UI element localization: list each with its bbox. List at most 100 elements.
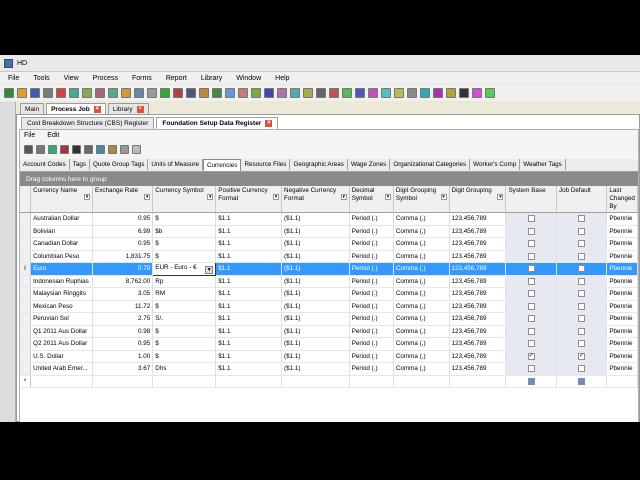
cell-dec[interactable]: Period (.) (349, 300, 394, 313)
menu-library[interactable]: Library (193, 75, 228, 82)
column-header[interactable]: Positive Currency Format ▾ (215, 186, 283, 213)
zoom-icon[interactable] (381, 88, 391, 98)
cell-rate[interactable]: 0.95 (92, 337, 154, 351)
system-base-checkbox[interactable] (527, 240, 535, 248)
cell-system-base[interactable] (505, 337, 557, 351)
system-base-checkbox[interactable] (527, 215, 535, 223)
cell-dec[interactable]: Period (.) (349, 312, 394, 326)
scissors-icon[interactable] (84, 145, 93, 154)
new-row-cell[interactable] (349, 375, 394, 388)
close-icon[interactable]: × (265, 120, 273, 127)
row-selector[interactable] (20, 287, 32, 301)
cell-system-base[interactable] (505, 237, 557, 251)
close-icon[interactable]: × (136, 105, 144, 113)
cell-neg[interactable]: ($1.1) (281, 237, 350, 251)
cell-job-default[interactable] (556, 237, 608, 251)
cell-symbol[interactable]: $b (152, 225, 217, 238)
new-row-checkbox-cell[interactable] (556, 375, 608, 388)
column-header[interactable]: Last Changed By (606, 186, 638, 213)
help-icon[interactable] (342, 88, 352, 98)
filter-icon[interactable]: ▾ (84, 194, 91, 200)
cell-digits[interactable]: 123,456,789 (449, 325, 507, 338)
calendar-icon[interactable] (277, 88, 287, 98)
job-default-checkbox[interactable] (578, 265, 586, 273)
cell-grp[interactable]: Comma (,) (393, 362, 450, 376)
cell-name[interactable]: Canadian Dollar (30, 237, 94, 251)
filter-icon[interactable]: ▾ (440, 194, 447, 200)
copy-icon[interactable] (69, 88, 79, 98)
system-base-checkbox[interactable] (527, 290, 535, 298)
cell-grp[interactable]: Comma (,) (393, 300, 450, 313)
delete-icon[interactable] (72, 145, 81, 154)
new-row-checkbox-cell[interactable] (505, 375, 557, 388)
system-base-checkbox[interactable]: ✓ (527, 352, 535, 360)
row-selector[interactable] (20, 312, 32, 326)
cell-neg[interactable]: ($1.1) (281, 362, 350, 376)
cell-pos[interactable]: $1.1 (215, 300, 283, 313)
tab-weather-tags[interactable]: Weather Tags (520, 159, 566, 170)
column-header[interactable]: Negative Currency Format ▾ (281, 186, 350, 213)
cell-grp[interactable]: Comma (,) (393, 325, 450, 338)
cell-dec[interactable]: Period (.) (349, 237, 394, 251)
cell-neg[interactable]: ($1.1) (281, 287, 350, 301)
checkbox-icon[interactable] (578, 377, 586, 385)
row-selector[interactable] (20, 212, 32, 226)
filter-icon[interactable]: ▾ (273, 194, 280, 200)
system-base-checkbox[interactable] (527, 252, 535, 260)
column-header[interactable]: Exchange Rate ▾ (92, 186, 154, 213)
filter-icon[interactable]: ▾ (207, 194, 214, 200)
filter-icon[interactable]: ▾ (144, 194, 151, 200)
cell-symbol[interactable]: $ (152, 212, 217, 226)
cell-symbol[interactable]: Dhs (152, 362, 217, 376)
cell-symbol[interactable]: $ (152, 300, 217, 313)
cell-pos[interactable]: $1.1 (215, 362, 283, 376)
cell-name[interactable]: Bolivian (30, 225, 94, 238)
checkbox-icon[interactable] (527, 377, 535, 385)
column-header[interactable]: System Base (505, 186, 557, 213)
cell-rate[interactable]: 3.67 (92, 362, 154, 376)
cell-job-default[interactable] (556, 287, 608, 301)
cell-job-default[interactable] (556, 250, 608, 263)
row-selector[interactable] (20, 250, 32, 263)
new-row[interactable]: * (20, 375, 638, 388)
stop-icon[interactable] (446, 88, 456, 98)
cell-digits[interactable]: 123,456,789 (449, 237, 507, 251)
open-icon[interactable] (17, 88, 27, 98)
cell-system-base[interactable] (505, 212, 557, 226)
table-row[interactable]: U.S. Dollar 1.00 $ $1.1 ($1.1) Period (.) Comm… (20, 350, 638, 363)
row-selector[interactable] (20, 300, 32, 313)
cell-rate[interactable]: 0.70 (92, 262, 154, 276)
check-icon[interactable] (472, 88, 482, 98)
cell-grp[interactable]: Comma (,) (393, 312, 450, 326)
cell-pos[interactable]: $1.1 (215, 237, 283, 251)
job-default-checkbox[interactable] (578, 315, 586, 323)
cell-pos[interactable]: $1.1 (215, 262, 283, 276)
system-base-checkbox[interactable] (527, 327, 535, 335)
cell-name[interactable]: Mexican Peso (30, 300, 94, 313)
cell-name[interactable]: Malaysian Ringgits (30, 287, 94, 301)
tab-geographic-areas[interactable]: Geographic Areas (290, 159, 348, 170)
column-header[interactable]: Currency Name ▾ (30, 186, 94, 213)
row-selector[interactable] (20, 225, 32, 238)
play-icon[interactable] (459, 88, 469, 98)
cell-digits[interactable]: 123,456,789 (449, 225, 507, 238)
cell-dec[interactable]: Period (.) (349, 275, 394, 288)
cell-grp[interactable]: Comma (,) (393, 237, 450, 251)
cell-dec[interactable]: Period (.) (349, 250, 394, 263)
menu-process[interactable]: Process (85, 75, 124, 82)
cell-system-base[interactable] (505, 287, 557, 301)
tree-icon[interactable] (368, 88, 378, 98)
tab-quote-group-tags[interactable]: Quote Group Tags (90, 159, 149, 170)
filter-icon[interactable]: ▾ (384, 194, 391, 200)
edit-icon[interactable] (186, 88, 196, 98)
print-icon[interactable] (24, 145, 33, 154)
new-row-cell[interactable] (449, 375, 507, 388)
format-icon[interactable] (120, 145, 129, 154)
row-selector[interactable] (20, 362, 32, 376)
cell-name[interactable]: Q1 2011 Aus Dollar (30, 325, 94, 338)
cell-grp[interactable]: Comma (,) (393, 350, 450, 363)
cell-job-default[interactable] (556, 362, 608, 376)
cell-digits[interactable]: 123,456,789 (449, 275, 507, 288)
table-row[interactable]: I Euro 0.70 EUR - Euro - € ▼ $1.1 ($1.1) Period… (20, 262, 638, 276)
panel-menu-file[interactable]: File (24, 132, 35, 139)
